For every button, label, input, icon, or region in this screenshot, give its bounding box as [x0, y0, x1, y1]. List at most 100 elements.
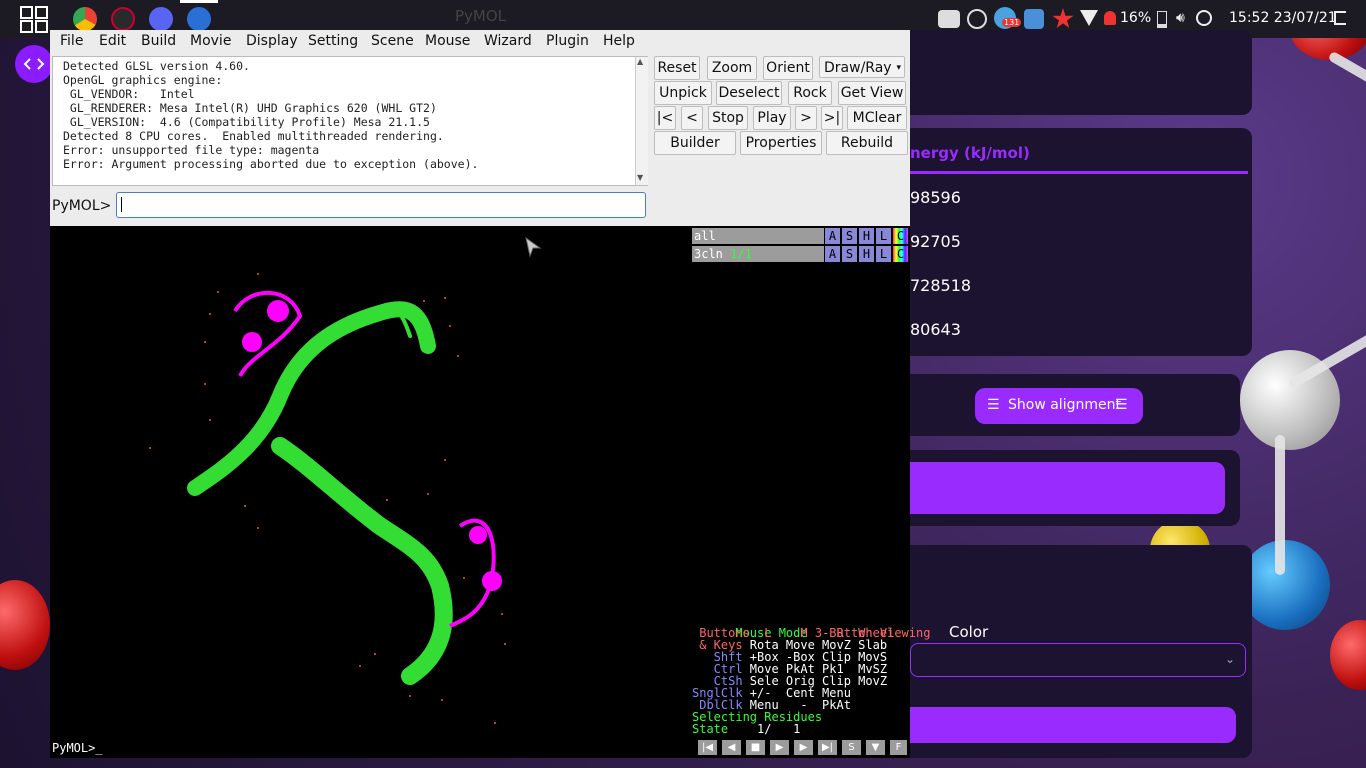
blue-atom — [1240, 540, 1330, 630]
last-frame-button[interactable]: >| — [821, 106, 843, 130]
rock-button[interactable]: Rock — [788, 81, 832, 105]
orient-button[interactable]: Orient — [763, 56, 813, 80]
battery-icon[interactable] — [1157, 11, 1167, 28]
label-button[interactable]: L — [876, 228, 891, 244]
object-name: all — [694, 229, 716, 243]
whatsapp-icon[interactable] — [967, 9, 987, 29]
next-frame-icon[interactable]: ▶ — [794, 740, 813, 755]
rebuild-button[interactable]: Rebuild — [826, 131, 908, 155]
menu-bar: File Edit Build Movie Display Setting Sc… — [50, 30, 910, 54]
color-button[interactable]: C — [893, 228, 908, 244]
console-line: GL_VERSION: 4.6 (Compatibility Profile) … — [63, 115, 430, 129]
command-input[interactable] — [116, 192, 646, 218]
first-frame-button[interactable]: |< — [654, 106, 676, 130]
power-icon[interactable] — [1196, 10, 1212, 26]
header-underline — [910, 171, 1248, 174]
scroll-down-icon[interactable]: ▼ — [637, 173, 643, 182]
primary-action-button[interactable] — [900, 462, 1225, 514]
bond — [1275, 435, 1285, 575]
menu-edit[interactable]: Edit — [99, 33, 126, 49]
menu-movie[interactable]: Movie — [190, 33, 231, 49]
show-alignment-label: Show alignment — [1008, 397, 1121, 413]
hide-button[interactable]: H — [859, 228, 874, 244]
logout-icon[interactable] — [1334, 11, 1346, 25]
unpick-button[interactable]: Unpick — [654, 81, 712, 105]
menu-setting[interactable]: Setting — [308, 33, 358, 49]
menu-plugin[interactable]: Plugin — [546, 33, 589, 49]
scene-icon[interactable]: S — [842, 740, 861, 755]
state-value: 1/ 1 — [735, 722, 801, 736]
prev-frame-button[interactable]: < — [681, 106, 703, 130]
object-row-3cln[interactable]: 3cln 1/1 — [692, 246, 824, 262]
show-button[interactable]: S — [842, 246, 857, 262]
top-card — [880, 30, 1252, 115]
nav-toggle-button[interactable] — [15, 45, 53, 83]
bell-icon[interactable] — [1104, 11, 1116, 25]
properties-button[interactable]: Properties — [740, 131, 822, 155]
show-alignment-button[interactable]: ☰ Show alignment ☰ — [975, 388, 1143, 424]
action-button[interactable]: A — [825, 246, 840, 262]
reset-button[interactable]: Reset — [654, 56, 700, 80]
menu-wizard[interactable]: Wizard — [484, 33, 532, 49]
console-scrollbar[interactable]: ▲ ▼ — [635, 57, 648, 185]
alert-star-icon[interactable] — [1052, 8, 1074, 29]
discord-tray-icon[interactable] — [938, 10, 960, 28]
console-line: Error: Argument processing aborted due t… — [63, 157, 479, 171]
hide-button[interactable]: H — [859, 246, 874, 262]
discord-icon[interactable] — [149, 7, 173, 31]
menu-mouse[interactable]: Mouse — [425, 33, 470, 49]
deselect-button[interactable]: Deselect — [716, 81, 782, 105]
stop-button[interactable]: Stop — [708, 106, 748, 130]
prev-frame-icon[interactable]: ◀ — [722, 740, 741, 755]
show-button[interactable]: S — [842, 228, 857, 244]
wifi-icon[interactable] — [1080, 10, 1098, 26]
get-view-button[interactable]: Get View — [838, 81, 906, 105]
scroll-up-icon[interactable]: ▲ — [637, 57, 643, 66]
network-icon[interactable] — [187, 7, 211, 31]
settings-cog-icon[interactable] — [111, 7, 135, 31]
command-label: PyMOL> — [52, 198, 112, 214]
action-button[interactable]: A — [825, 228, 840, 244]
menu-scene[interactable]: Scene — [371, 33, 414, 49]
volume-icon[interactable]: 🔊︎ — [1176, 10, 1185, 26]
fullscreen-icon[interactable]: F — [890, 740, 907, 755]
play-button[interactable]: Play — [753, 106, 791, 130]
pymol-window: File Edit Build Movie Display Setting Sc… — [50, 30, 930, 758]
molecule-viewer[interactable] — [50, 226, 690, 740]
mclear-button[interactable]: MClear — [847, 106, 907, 130]
submit-button[interactable] — [900, 707, 1236, 743]
chrome-icon[interactable] — [73, 7, 97, 31]
active-app-indicator — [180, 0, 218, 3]
object-row-all[interactable]: all — [692, 228, 824, 244]
last-frame-icon[interactable]: ▶| — [818, 740, 837, 755]
stop-icon[interactable]: ■ — [746, 740, 765, 755]
color-card: Color ⌄ — [880, 545, 1252, 758]
battery-percent: 16% — [1120, 10, 1152, 26]
object-panel: all 3cln 1/1 A S H L C A S H L C Mouse M… — [690, 226, 930, 740]
next-frame-button[interactable]: > — [795, 106, 817, 130]
color-button[interactable]: C — [893, 246, 908, 262]
color-select[interactable]: ⌄ — [910, 643, 1246, 677]
state-row: State 1/ 1 — [692, 723, 800, 735]
play-icon[interactable]: ▶ — [770, 740, 789, 755]
app-grid-icon[interactable] — [20, 5, 50, 33]
label-button[interactable]: L — [876, 246, 891, 262]
console-line: GL_RENDERER: Mesa Intel(R) UHD Graphics … — [63, 101, 437, 115]
output-console[interactable]: Detected GLSL version 4.60. OpenGL graph… — [52, 56, 648, 186]
console-line: Detected 8 CPU cores. Enabled multithrea… — [63, 129, 444, 143]
console-line: Detected GLSL version 4.60. — [63, 59, 250, 73]
menu-display[interactable]: Display — [246, 33, 298, 49]
slack-icon[interactable] — [1024, 9, 1044, 29]
first-frame-icon[interactable]: |◀ — [698, 740, 717, 755]
menu-help[interactable]: Help — [603, 33, 635, 49]
mouse-pointer-icon — [525, 236, 542, 258]
menu-build[interactable]: Build — [141, 33, 176, 49]
dropdown-arrow-icon: ▾ — [896, 63, 901, 73]
dropdown-icon[interactable]: ▼ — [866, 740, 885, 755]
viewer-command-line[interactable]: PyMOL>_ — [50, 738, 690, 758]
menu-file[interactable]: File — [60, 33, 83, 49]
builder-button[interactable]: Builder — [654, 131, 736, 155]
draw-ray-button[interactable]: Draw/Ray ▾ — [819, 56, 905, 78]
code-icon — [23, 58, 45, 70]
zoom-button[interactable]: Zoom — [707, 56, 757, 80]
